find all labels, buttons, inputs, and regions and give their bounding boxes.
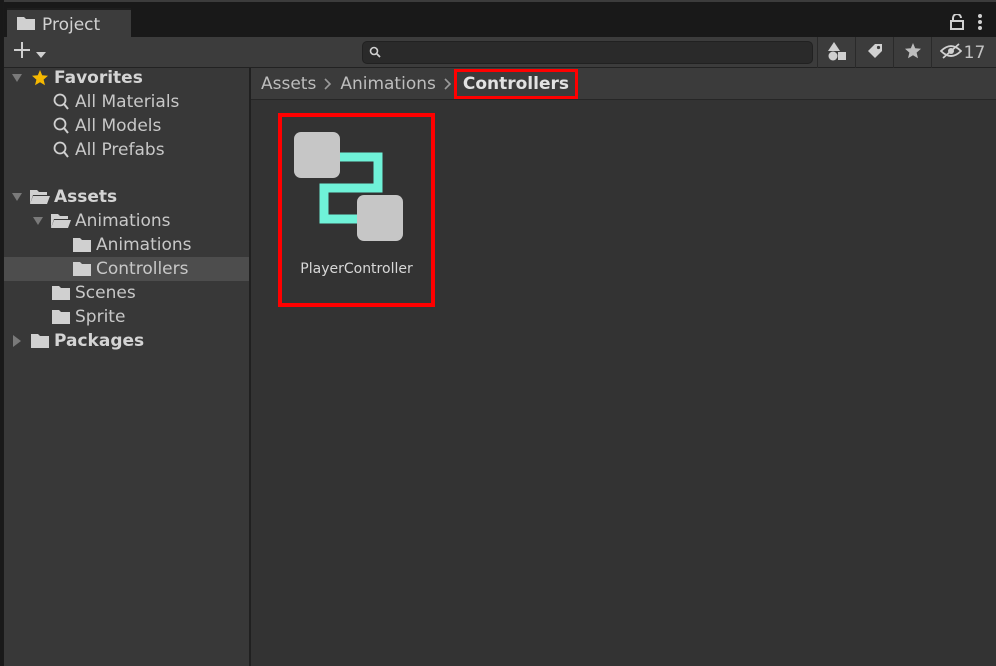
tree-item-label: Animations [75, 211, 171, 231]
eye-hidden-icon [939, 42, 962, 63]
folder-icon [50, 308, 72, 326]
favorites-button[interactable] [893, 37, 931, 68]
project-toolbar: 17 [4, 37, 996, 68]
tree-item-animations[interactable]: Animations [4, 209, 249, 233]
project-window: Project 17 Favorites All Materials All M… [3, 0, 996, 666]
search-icon [369, 45, 381, 64]
asset-item-playercontroller[interactable]: PlayerController [278, 113, 435, 307]
breadcrumb-assets[interactable]: Assets [261, 74, 316, 94]
tree-item-favorites[interactable]: Favorites [4, 66, 249, 90]
animator-controller-icon [294, 132, 403, 241]
title-bar: Project [4, 0, 996, 39]
shapes-icon [827, 41, 847, 65]
search-by-type-button[interactable] [817, 37, 855, 68]
expanded-arrow-icon[interactable] [10, 193, 23, 201]
tree-item-assets[interactable]: Assets [4, 185, 249, 209]
folder-icon [50, 284, 72, 302]
chevron-down-icon [36, 43, 46, 62]
plus-icon [12, 40, 32, 64]
collapsed-arrow-icon[interactable] [10, 335, 23, 347]
tab-project[interactable]: Project [7, 8, 131, 39]
expanded-arrow-icon[interactable] [31, 217, 44, 225]
breadcrumb-controllers[interactable]: Controllers [453, 68, 578, 99]
folder-icon [71, 260, 93, 278]
breadcrumb: Assets Animations Controllers [251, 68, 996, 100]
asset-label: PlayerController [300, 261, 413, 277]
folder-open-icon [29, 188, 51, 206]
create-button[interactable] [12, 40, 52, 64]
asset-browser: Assets Animations Controllers PlayerCont… [251, 68, 996, 666]
tree-item-packages[interactable]: Packages [4, 329, 249, 353]
tree-item-all-prefabs[interactable]: All Prefabs [4, 138, 249, 162]
tree-item-label: All Models [75, 116, 162, 136]
chevron-right-icon [324, 77, 332, 90]
tree-item-scenes[interactable]: Scenes [4, 281, 249, 305]
tree-item-animations-child[interactable]: Animations [4, 233, 249, 257]
folder-tree: Favorites All Materials All Models All P… [4, 68, 251, 666]
tree-item-controllers[interactable]: Controllers [4, 257, 249, 281]
folder-icon [17, 15, 35, 34]
star-icon [904, 42, 922, 64]
hidden-count: 17 [963, 42, 986, 63]
folder-icon [71, 236, 93, 254]
search-by-label-button[interactable] [855, 37, 893, 68]
search-icon [50, 117, 72, 135]
tag-icon [866, 42, 884, 64]
star-icon [29, 69, 51, 87]
search-icon [50, 141, 72, 159]
breadcrumb-animations[interactable]: Animations [340, 74, 436, 94]
tree-item-label: Packages [54, 331, 145, 351]
more-options-icon[interactable] [978, 14, 982, 34]
tree-item-all-models[interactable]: All Models [4, 114, 249, 138]
lock-icon[interactable] [950, 13, 964, 34]
expanded-arrow-icon[interactable] [10, 74, 23, 82]
tree-item-label: All Prefabs [75, 140, 165, 160]
tree-item-label: Sprite [75, 307, 126, 327]
folder-open-icon [50, 212, 72, 230]
tab-title: Project [42, 14, 101, 35]
tree-item-label: Animations [96, 235, 192, 255]
tree-item-label: Favorites [54, 68, 143, 88]
tree-item-all-materials[interactable]: All Materials [4, 90, 249, 114]
tree-item-sprite[interactable]: Sprite [4, 305, 249, 329]
folder-icon [29, 332, 51, 350]
tree-item-label: All Materials [75, 92, 180, 112]
chevron-right-icon [444, 77, 452, 90]
tree-item-label: Scenes [75, 283, 136, 303]
tree-item-label: Controllers [96, 259, 189, 279]
hidden-packages-button[interactable]: 17 [931, 37, 993, 68]
tree-item-label: Assets [54, 187, 118, 207]
search-field[interactable] [362, 41, 813, 64]
search-icon [50, 93, 72, 111]
